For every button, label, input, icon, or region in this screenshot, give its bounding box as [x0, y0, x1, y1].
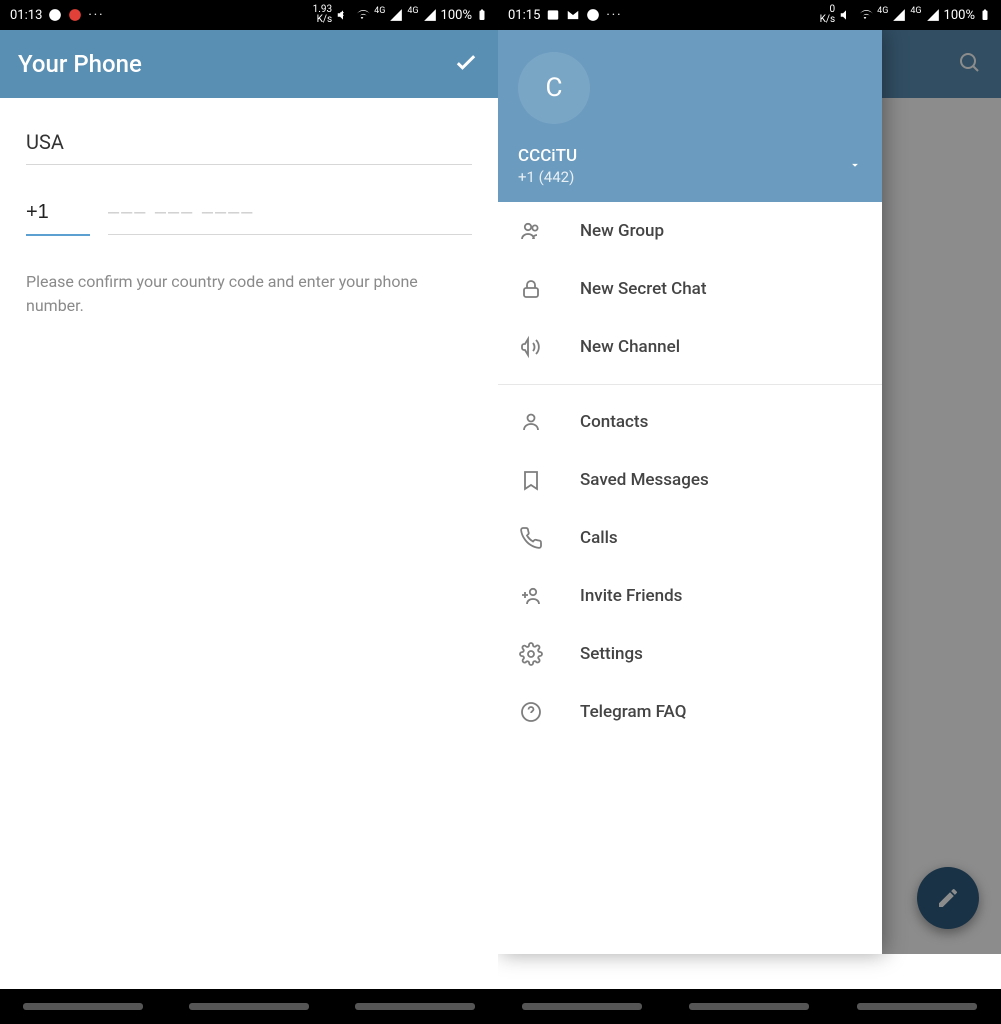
- app-bar-title: Your Phone: [18, 50, 142, 78]
- nav-bar: [0, 989, 498, 1024]
- status-netspeed: 1.93 K/s: [313, 5, 333, 25]
- phone-number-input[interactable]: [108, 195, 472, 235]
- invite-icon: [518, 583, 544, 609]
- settings-icon: [518, 641, 544, 667]
- signal-icon-2: [926, 8, 940, 22]
- call-icon: [518, 525, 544, 551]
- signal-icon-2: [423, 8, 437, 22]
- hint-text: Please confirm your country code and ent…: [26, 270, 472, 318]
- avatar[interactable]: C: [518, 52, 590, 124]
- drawer-item-label: Saved Messages: [580, 470, 709, 490]
- drawer-username: CCCiTU: [518, 146, 577, 166]
- wifi-icon: [857, 7, 873, 23]
- drawer-item-label: Calls: [580, 528, 618, 548]
- signal-icon-1: [892, 8, 906, 22]
- drawer-item-contacts[interactable]: Contacts: [498, 393, 882, 451]
- status-time: 01:13: [10, 8, 42, 23]
- help-icon: [518, 699, 544, 725]
- drawer-item-label: Invite Friends: [580, 586, 682, 606]
- country-field[interactable]: USA: [26, 122, 472, 165]
- status-battery: 100%: [441, 8, 472, 23]
- status-bar: 01:15 ··· 0 K/s 4G 4G: [498, 0, 1001, 30]
- status-netspeed: 0 K/s: [820, 5, 836, 25]
- status-more-icon: ···: [606, 8, 622, 23]
- account-toggle-icon[interactable]: [848, 157, 862, 176]
- status-app-icon: [48, 8, 62, 22]
- drawer-divider: [498, 384, 882, 385]
- status-app-icon-2: [68, 8, 82, 22]
- lock-icon: [518, 276, 544, 302]
- left-screen: 01:13 ··· 1.93 K/s 4G 4G: [0, 0, 498, 1024]
- nav-bar: [498, 989, 1001, 1024]
- status-mail-icon: [566, 8, 580, 22]
- drawer-item-new-channel[interactable]: New Channel: [498, 318, 882, 376]
- app-bar: Your Phone: [0, 30, 498, 98]
- confirm-icon[interactable]: [452, 48, 480, 80]
- nav-home[interactable]: [689, 1003, 809, 1010]
- signal-4g-1: 4G: [374, 6, 385, 16]
- nav-back[interactable]: [355, 1003, 475, 1010]
- drawer-item-label: Telegram FAQ: [580, 702, 686, 722]
- drawer-item-invite[interactable]: Invite Friends: [498, 567, 882, 625]
- signal-4g-1: 4G: [877, 6, 888, 16]
- contact-icon: [518, 409, 544, 435]
- status-time: 01:15: [508, 8, 540, 23]
- drawer-item-label: Contacts: [580, 412, 648, 432]
- drawer-item-new-secret-chat[interactable]: New Secret Chat: [498, 260, 882, 318]
- right-screen: 01:15 ··· 0 K/s 4G 4G: [498, 0, 1001, 1024]
- nav-back[interactable]: [857, 1003, 977, 1010]
- drawer-scrim[interactable]: [882, 30, 1001, 954]
- drawer-item-label: New Group: [580, 221, 664, 241]
- drawer-item-label: Settings: [580, 644, 643, 664]
- bookmark-icon: [518, 467, 544, 493]
- drawer-item-faq[interactable]: Telegram FAQ: [498, 683, 882, 741]
- status-bar: 01:13 ··· 1.93 K/s 4G 4G: [0, 0, 498, 30]
- nav-home[interactable]: [189, 1003, 309, 1010]
- drawer-item-new-group[interactable]: New Group: [498, 202, 882, 260]
- country-code-input[interactable]: [26, 195, 90, 236]
- battery-icon: [979, 8, 991, 22]
- drawer-item-label: New Channel: [580, 337, 680, 357]
- drawer-item-label: New Secret Chat: [580, 279, 707, 299]
- group-icon: [518, 218, 544, 244]
- mute-icon: [839, 8, 853, 22]
- drawer-phone: +1 (442): [518, 168, 577, 186]
- drawer-header: C CCCiTU +1 (442): [498, 30, 882, 202]
- status-chat-icon: [586, 8, 600, 22]
- status-image-icon: [546, 8, 560, 22]
- nav-recent[interactable]: [23, 1003, 143, 1010]
- battery-icon: [476, 8, 488, 22]
- mute-icon: [336, 8, 350, 22]
- signal-4g-2: 4G: [910, 6, 921, 16]
- status-battery: 100%: [944, 8, 975, 23]
- drawer-item-settings[interactable]: Settings: [498, 625, 882, 683]
- signal-icon-1: [389, 8, 403, 22]
- megaphone-icon: [518, 334, 544, 360]
- drawer-item-saved[interactable]: Saved Messages: [498, 451, 882, 509]
- login-body: USA Please confirm your country code and…: [0, 98, 498, 989]
- wifi-icon: [354, 7, 370, 23]
- nav-recent[interactable]: [522, 1003, 642, 1010]
- signal-4g-2: 4G: [407, 6, 418, 16]
- status-more-icon: ···: [88, 8, 104, 23]
- drawer-list: New Group New Secret Chat New Channel: [498, 202, 882, 954]
- navigation-drawer: C CCCiTU +1 (442) New Group: [498, 30, 882, 954]
- drawer-item-calls[interactable]: Calls: [498, 509, 882, 567]
